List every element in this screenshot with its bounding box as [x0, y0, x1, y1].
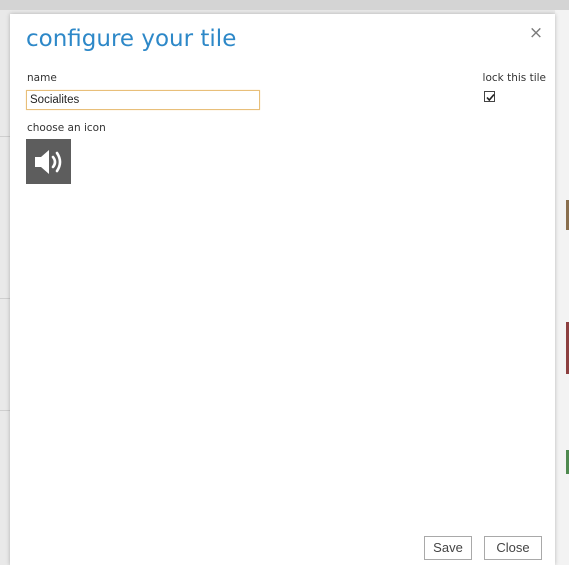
configure-tile-dialog: configure your tile × name lock this til… — [10, 14, 555, 565]
dialog-title: configure your tile — [26, 26, 237, 52]
close-button[interactable]: Close — [484, 536, 542, 560]
background-top-strip — [0, 0, 569, 10]
name-label: name — [27, 72, 57, 84]
background-right-edge — [555, 10, 569, 565]
speaker-glyph — [35, 150, 62, 174]
background-divider — [0, 298, 10, 299]
lock-tile-label: lock this tile — [482, 72, 546, 84]
tile-name-input[interactable] — [26, 90, 260, 110]
background-divider — [0, 410, 10, 411]
save-button[interactable]: Save — [424, 536, 472, 560]
checkmark-icon — [486, 93, 495, 102]
lock-tile-checkbox[interactable] — [484, 91, 495, 102]
speaker-volume-icon[interactable] — [26, 139, 71, 184]
choose-icon-label: choose an icon — [27, 122, 106, 134]
close-icon[interactable]: × — [528, 24, 544, 42]
background-divider — [0, 136, 10, 137]
